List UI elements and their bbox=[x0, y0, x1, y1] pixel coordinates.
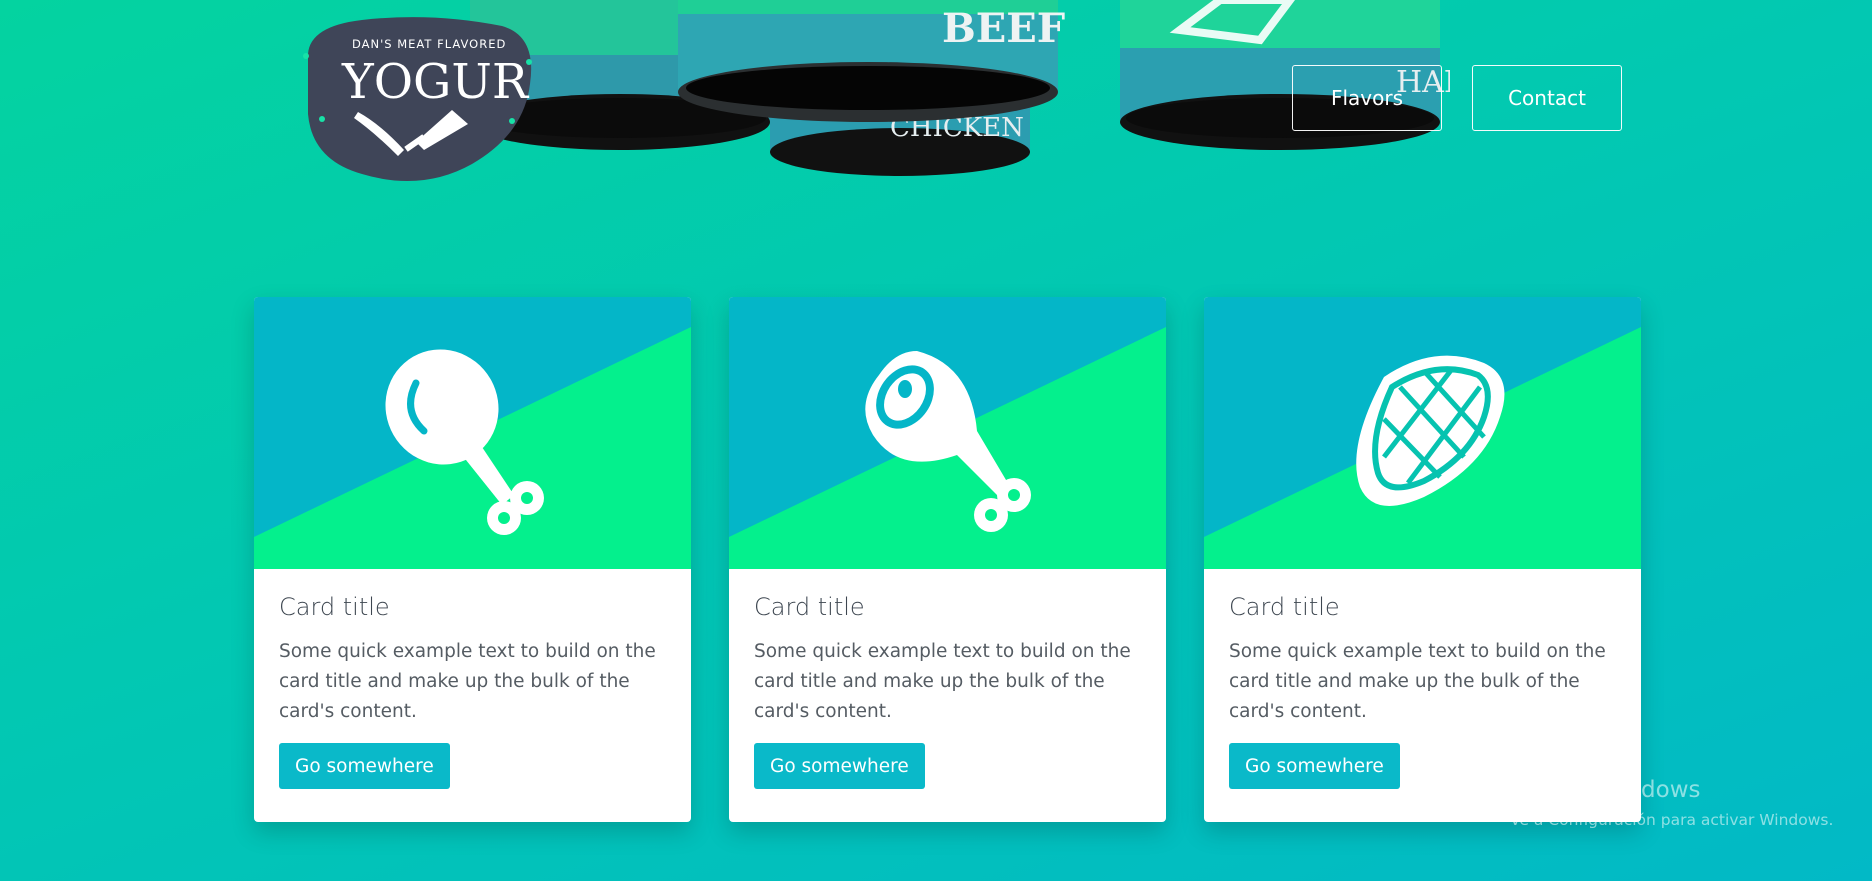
site-header: CHICKEN BEEF HAM DAN'S MEAT FLAVOR bbox=[0, 0, 1872, 200]
flavor-card: Card title Some quick example text to bu… bbox=[254, 297, 691, 822]
card-title: Card title bbox=[754, 593, 865, 621]
beef-can-label: BEEF bbox=[942, 5, 1065, 52]
logo-tagline: DAN'S MEAT FLAVORED bbox=[352, 37, 506, 51]
card-text: Some quick example text to build on the … bbox=[754, 641, 1131, 722]
flavor-card: Card title Some quick example text to bu… bbox=[1204, 297, 1641, 822]
watermark-title: Activar Windows bbox=[1510, 777, 1701, 803]
card-image bbox=[729, 297, 1166, 569]
go-somewhere-button[interactable]: Go somewhere bbox=[279, 743, 450, 789]
go-somewhere-button[interactable]: Go somewhere bbox=[754, 743, 925, 789]
card-title: Card title bbox=[1229, 593, 1340, 621]
logo-badge-icon: DAN'S MEAT FLAVORED YOGUR bbox=[303, 17, 532, 182]
nav-contact-button[interactable]: Contact bbox=[1472, 65, 1622, 131]
watermark-subtitle: Ve a Configuración para activar Windows. bbox=[1510, 811, 1834, 829]
card-image bbox=[254, 297, 691, 569]
card-text: Some quick example text to build on the … bbox=[279, 641, 656, 722]
card-image bbox=[1204, 297, 1641, 569]
card-text: Some quick example text to build on the … bbox=[1229, 641, 1606, 722]
windows-activation-watermark: Activar Windows Ve a Configuración para … bbox=[1510, 777, 1833, 829]
nav-flavors-button[interactable]: Flavors bbox=[1292, 65, 1442, 131]
card-title: Card title bbox=[279, 593, 390, 621]
logo[interactable]: DAN'S MEAT FLAVORED YOGUR bbox=[292, 14, 542, 184]
go-somewhere-button[interactable]: Go somewhere bbox=[1229, 743, 1400, 789]
flavor-card: Card title Some quick example text to bu… bbox=[729, 297, 1166, 822]
can-beef: BEEF bbox=[678, 0, 1065, 122]
logo-wordmark: YOGUR bbox=[341, 54, 530, 110]
